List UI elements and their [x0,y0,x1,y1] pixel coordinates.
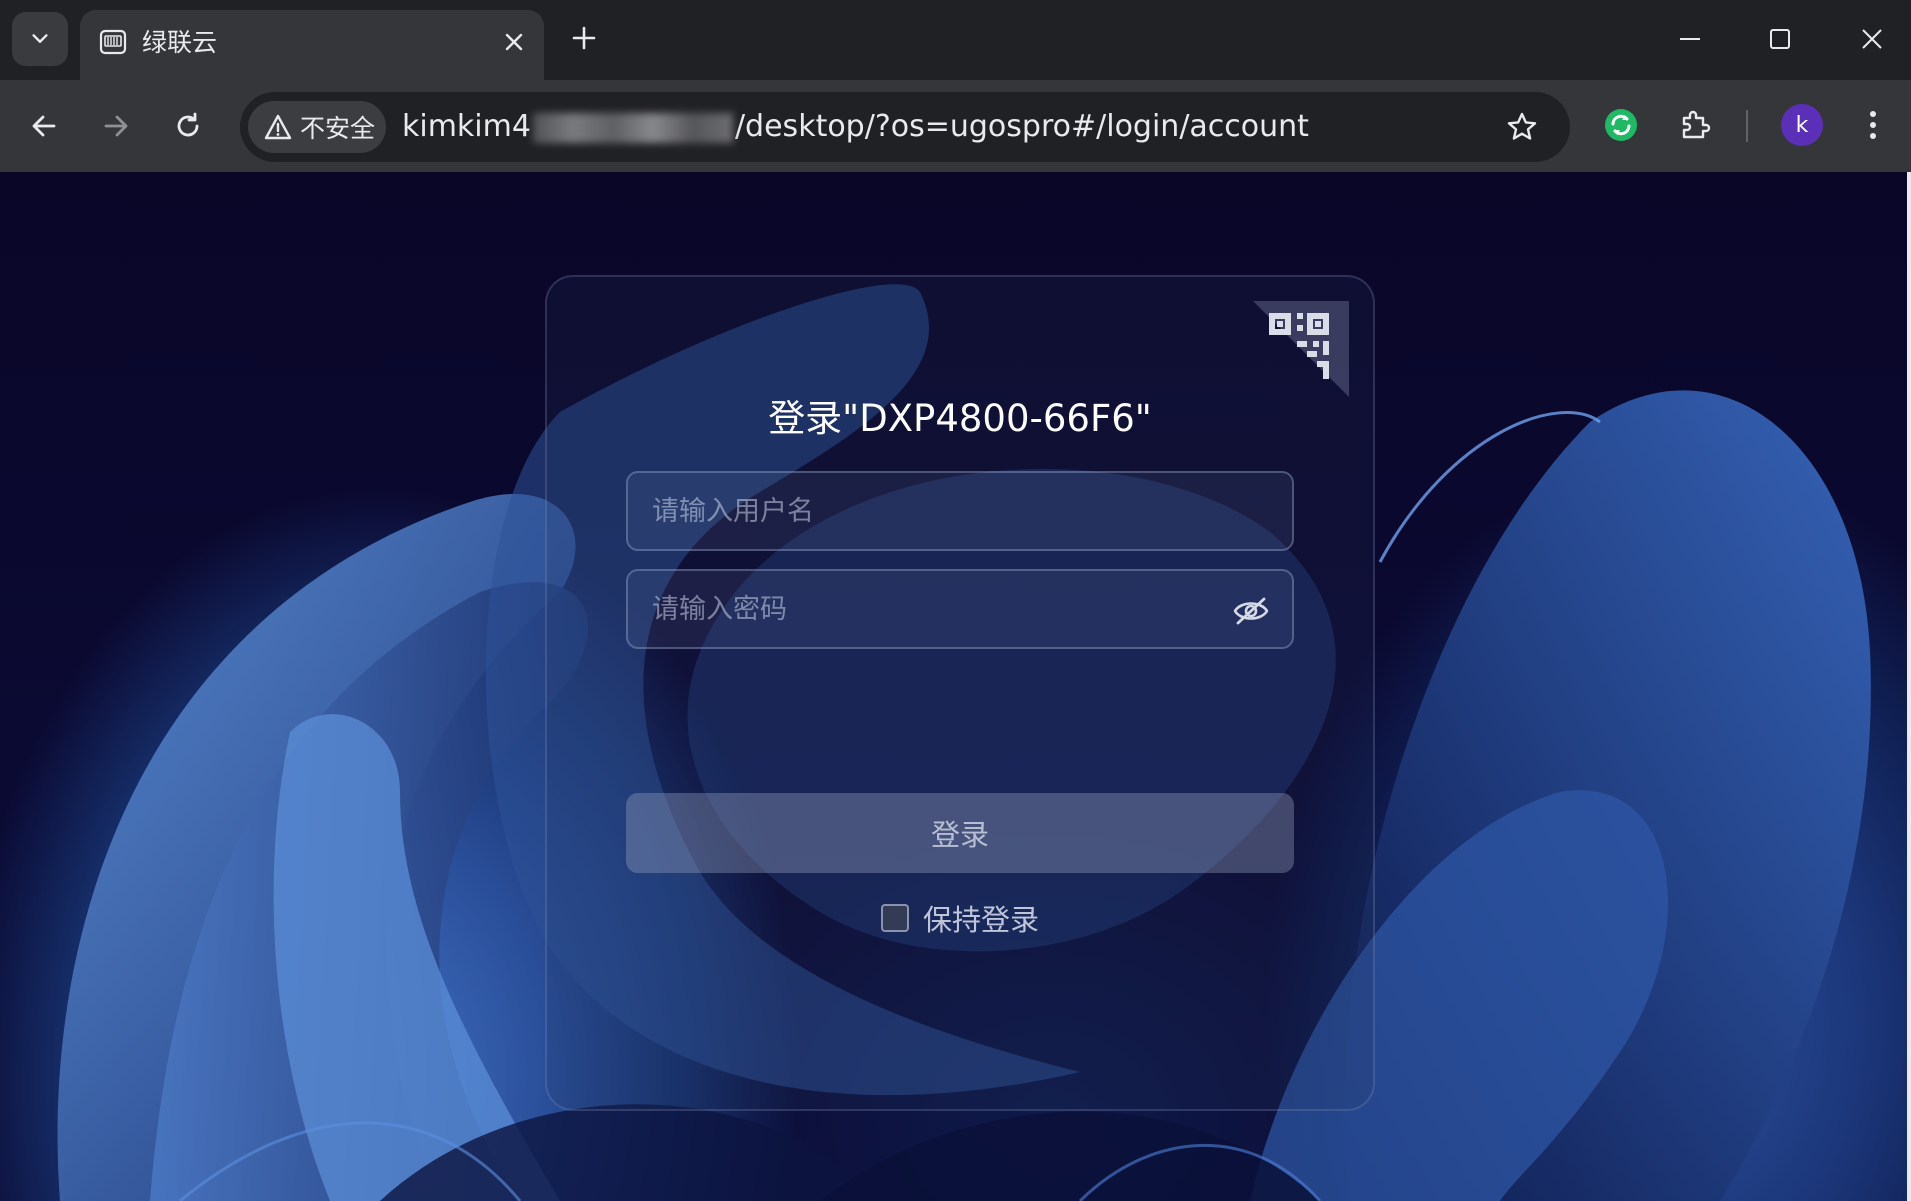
bookmark-button[interactable] [1504,109,1540,145]
login-page: 登录"DXP4800-66F6" 登录 保持登录 [0,172,1911,1201]
url-text[interactable]: kimkim4/desktop/?os=ugospro#/login/accou… [402,110,1309,144]
profile-avatar[interactable]: k [1781,104,1823,146]
warning-triangle-icon [264,114,292,140]
back-arrow-icon [32,115,56,137]
extensions-button[interactable] [1672,102,1718,148]
maximize-icon [1770,29,1790,49]
browser-toolbar: 不安全 kimkim4/desktop/?os=ugospro#/login/a… [0,80,1911,172]
url-host: kimkim4 [402,109,531,144]
toolbar-separator [1746,110,1748,142]
sync-extension-button[interactable] [1598,102,1644,148]
login-submit-button[interactable]: 登录 [626,793,1294,873]
puzzle-icon [1682,110,1711,139]
page-scroll-edge [1907,172,1911,1201]
browser-menu-button[interactable] [1850,102,1896,148]
tab-close-button[interactable] [500,28,528,56]
sync-extension-icon [1605,109,1637,141]
browser-tab-active[interactable]: 绿联云 [80,10,544,80]
nas-favicon [99,29,127,55]
forward-arrow-icon [104,115,128,137]
new-tab-button[interactable] [566,20,602,56]
url-path: /desktop/?os=ugospro#/login/account [734,109,1309,144]
forward-button[interactable] [94,104,138,148]
minimize-icon [1680,38,1700,40]
login-card: 登录"DXP4800-66F6" 登录 保持登录 [545,275,1375,1111]
login-title: 登录"DXP4800-66F6" [768,397,1152,440]
maximize-button[interactable] [1750,14,1810,64]
security-label: 不安全 [300,114,376,143]
password-input[interactable] [628,571,1292,647]
plus-icon [572,26,596,50]
password-visibility-toggle[interactable] [1232,593,1270,629]
remember-me-row[interactable]: 保持登录 [547,897,1373,939]
reload-icon [177,112,199,137]
window-close-icon [1862,29,1882,49]
remember-me-checkbox[interactable] [880,904,909,932]
kebab-menu-icon [1870,111,1876,139]
tab-title: 绿联云 [142,28,218,57]
browser-title-bar: 绿联云 [0,0,1911,80]
remember-me-label[interactable]: 保持登录 [923,897,1039,939]
reload-button[interactable] [166,104,210,148]
tab-search-button[interactable] [12,12,68,66]
back-button[interactable] [22,104,66,148]
close-icon [505,33,523,51]
password-field[interactable] [626,569,1294,649]
site-security-chip[interactable]: 不安全 [248,101,386,153]
star-icon [1507,112,1537,140]
minimize-button[interactable] [1660,14,1720,64]
username-field[interactable] [626,471,1294,551]
eye-off-icon [1233,597,1269,625]
username-input[interactable] [628,473,1292,549]
url-redacted [532,112,733,143]
chevron-down-icon [32,34,48,43]
window-close-button[interactable] [1842,14,1902,64]
address-bar[interactable]: 不安全 kimkim4/desktop/?os=ugospro#/login/a… [240,92,1570,162]
qr-code-icon[interactable] [1253,301,1349,397]
